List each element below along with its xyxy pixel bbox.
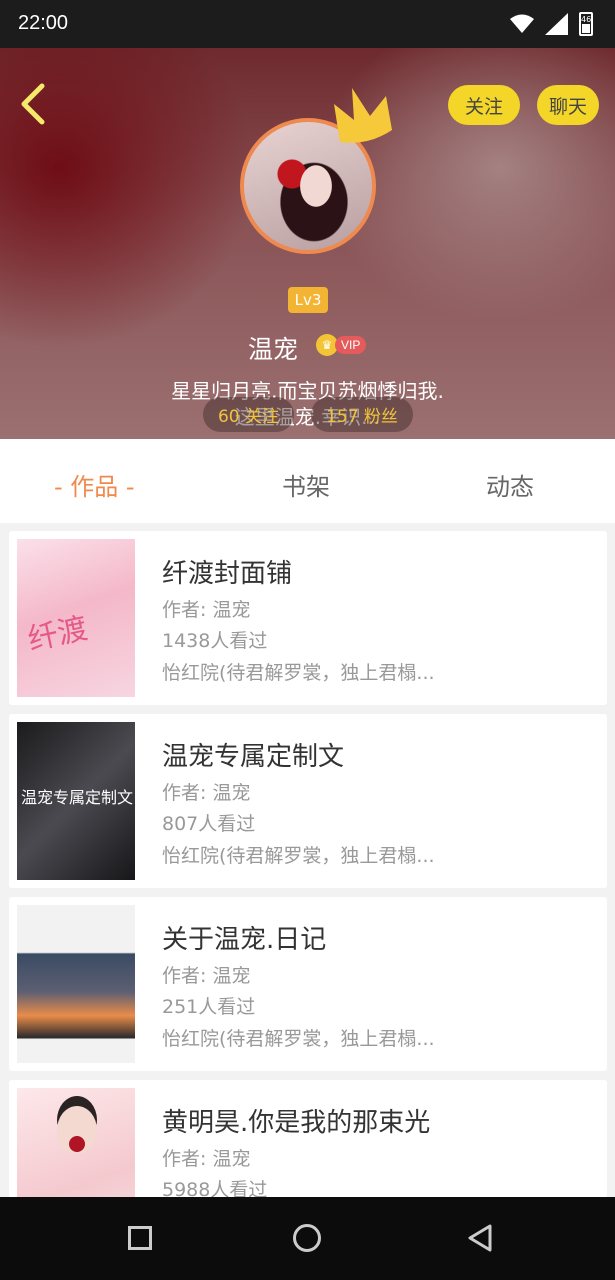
book-card[interactable]: 关于温宠.日记 作者: 温宠 251人看过 怡红院(待君解罗裳，独上君榻...: [9, 897, 607, 1071]
rose-icon: [69, 1136, 85, 1152]
profile-bio: 星星归月亮.而宝贝苏烟悸归我. 这里温宠.幸识...: [0, 378, 615, 430]
book-cover: 纤渡: [17, 539, 135, 697]
battery-icon: 46: [579, 12, 593, 36]
book-title: 黄明昊.你是我的那束光: [162, 1108, 431, 1138]
level-badge: Lv3: [288, 287, 328, 313]
book-author: 作者: 温宠: [162, 782, 251, 804]
tab-bookshelf[interactable]: 书架: [282, 467, 330, 502]
wifi-icon: [510, 14, 534, 33]
cover-art-text: 纤渡: [24, 611, 91, 658]
vip-label: VIP: [335, 336, 367, 354]
status-bar: 22:00 46: [0, 0, 615, 48]
book-cover: 温宠专属定制文: [17, 722, 135, 880]
book-author: 作者: 温宠: [162, 965, 251, 987]
book-author: 作者: 温宠: [162, 599, 251, 621]
bio-line-2: 这里温宠.幸识...: [234, 405, 381, 429]
vip-badge: ♛ VIP: [316, 334, 367, 356]
book-title: 关于温宠.日记: [162, 925, 327, 955]
bio-line-1: 星星归月亮.而宝贝苏烟悸归我.: [171, 379, 444, 403]
chat-button[interactable]: 聊天: [537, 85, 599, 125]
system-nav-bar: [0, 1197, 615, 1280]
profile-header: 关注 聊天 Lv3 温宠 ♛ VIP 星星归月亮.而宝贝苏烟悸归我. 这里温宠.…: [0, 48, 615, 439]
book-card[interactable]: 温宠专属定制文 温宠专属定制文 作者: 温宠 807人看过 怡红院(待君解罗裳，…: [9, 714, 607, 888]
book-author: 作者: 温宠: [162, 1148, 251, 1170]
cover-art-text: 温宠专属定制文: [21, 788, 134, 807]
book-card[interactable]: 纤渡 纤渡封面铺 作者: 温宠 1438人看过 怡红院(待君解罗裳，独上君榻..…: [9, 531, 607, 705]
following-count[interactable]: 60 关注: [203, 397, 294, 432]
book-views: 251人看过: [162, 996, 256, 1018]
crown-icon: [334, 88, 392, 143]
home-button[interactable]: [293, 1224, 321, 1252]
tab-bar: - 作品 - 书架 动态: [0, 439, 615, 531]
recents-button[interactable]: [128, 1226, 152, 1250]
book-title: 纤渡封面铺: [162, 559, 293, 589]
book-description: 怡红院(待君解罗裳，独上君榻...: [162, 1028, 435, 1050]
battery-label: 46: [581, 15, 592, 24]
follow-button[interactable]: 关注: [448, 85, 520, 125]
tab-activity[interactable]: 动态: [486, 467, 534, 502]
fans-count[interactable]: 157 粉丝: [311, 397, 413, 432]
book-description: 怡红院(待君解罗裳，独上君榻...: [162, 845, 435, 867]
back-arrow-icon[interactable]: [14, 82, 54, 126]
book-views: 1438人看过: [162, 630, 268, 652]
book-views: 807人看过: [162, 813, 256, 835]
nav-back-icon[interactable]: [467, 1223, 493, 1253]
tab-works[interactable]: - 作品 -: [54, 467, 135, 502]
book-cover: [17, 905, 135, 1063]
signal-icon: [545, 13, 568, 35]
status-icons: 46: [509, 12, 593, 36]
book-title: 温宠专属定制文: [162, 742, 345, 772]
status-time: 22:00: [18, 12, 69, 34]
username: 温宠: [248, 335, 299, 364]
book-description: 怡红院(待君解罗裳，独上君榻...: [162, 662, 435, 684]
